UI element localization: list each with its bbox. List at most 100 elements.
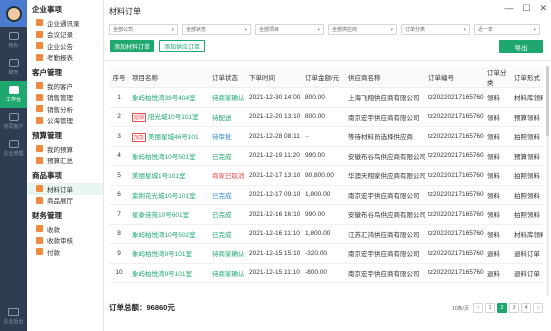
- project-name[interactable]: 象屿柏悦湾9号101室: [132, 251, 192, 258]
- table-row[interactable]: 8 象屿柏悦湾10号502室 已完成 2021-12-16 11:10 1,800.00…: [109, 224, 543, 244]
- page-button[interactable]: 4: [521, 303, 531, 313]
- sidebar-item-public-pool[interactable]: 公海管理: [27, 115, 103, 127]
- close-icon[interactable]: ✕: [539, 3, 547, 14]
- project-filter[interactable]: 全部项目 ▾: [255, 24, 324, 35]
- rail-item-admin[interactable]: 企业后台: [0, 308, 27, 325]
- project-name[interactable]: 美丽星城1号101室: [132, 173, 185, 180]
- project-cell[interactable]: 延期 阳光城10号101室: [129, 107, 209, 127]
- sidebar-item-label: 材料订单: [47, 186, 73, 194]
- project-cell[interactable]: 象屿柏悦湾38号404室: [129, 87, 209, 108]
- sidebar-item-sales-analysis[interactable]: 销售分析: [27, 103, 103, 115]
- project-name[interactable]: 美丽星城46号101: [148, 134, 199, 141]
- page-size-select[interactable]: 10条/页: [452, 305, 469, 312]
- project-cell[interactable]: 星泰佳苑10号601室: [129, 204, 209, 225]
- filter-value: 订单分类: [405, 27, 426, 33]
- supplier-name: 南京宏宇供应商有限公司: [345, 243, 425, 264]
- table-row[interactable]: 3 加急 美丽星城46号101 待审批 2021-12-28 08:11 -- 等待材料员选…: [109, 126, 543, 147]
- category-filter[interactable]: 订单分类 ▾: [401, 24, 470, 35]
- order-category: 领料: [484, 107, 511, 127]
- rail-item-customers[interactable]: 协同客户: [0, 108, 27, 135]
- order-status: 待商家确认: [209, 263, 246, 283]
- order-code: tz20220217165760: [425, 107, 484, 127]
- project-cell[interactable]: 象屿柏悦湾10号502室: [129, 224, 209, 244]
- project-name[interactable]: 象屿柏悦湾10号501室: [132, 154, 196, 161]
- add-material-order-button[interactable]: 添加材料订单: [110, 40, 155, 52]
- sidebar-item-my-budget[interactable]: 我的预算: [27, 143, 103, 155]
- table-row[interactable]: 7 星泰佳苑10号601室 已完成 2021-12-16 16:10 990.00 安徽布…: [109, 204, 543, 225]
- order-code: tz20220217165760: [425, 185, 484, 205]
- project-cell[interactable]: 美丽星城1号101室: [129, 165, 209, 186]
- table-row[interactable]: 2 延期 阳光城10号101室 待配送 2021-12-20 13:10 800.00 南京…: [109, 107, 543, 127]
- table-row[interactable]: 9 象屿柏悦湾9号101室 待商家确认 2021-12-15 15:10 -320.00…: [109, 243, 543, 264]
- company-filter[interactable]: 全部公司 ▾: [109, 24, 178, 35]
- project-cell[interactable]: 加急 美丽星城46号101: [129, 126, 209, 147]
- table-row[interactable]: 1 象屿柏悦湾38号404室 待商家确认 2021-12-30 14:00 800.00…: [109, 87, 543, 108]
- order-form: 拍照领料: [511, 185, 543, 205]
- project-cell[interactable]: 象屿柏悦湾9号101室: [129, 263, 209, 283]
- order-amount: 1,800.00: [302, 185, 345, 205]
- maximize-icon[interactable]: ☐: [522, 3, 530, 14]
- scrollbar-thumb[interactable]: [546, 66, 549, 136]
- table-row[interactable]: 5 美丽星城1号101室 商家已取消 2021-12-17 13:10 90,800.0…: [109, 165, 543, 186]
- date-range-filter[interactable]: 近一年 ▾: [474, 24, 540, 35]
- page-button[interactable]: 3: [509, 303, 519, 313]
- sidebar-item-attendance[interactable]: 考勤报表: [27, 52, 103, 64]
- project-name[interactable]: 阳光城10号101室: [148, 114, 199, 121]
- project-name[interactable]: 紫荆花光城10号101室: [132, 193, 196, 200]
- sidebar-item-contacts[interactable]: 企业通讯录: [27, 17, 103, 29]
- sidebar-item-showroom[interactable]: 商品展厅: [27, 195, 103, 207]
- project-name[interactable]: 象屿柏悦湾9号101室: [132, 271, 192, 278]
- supplier-filter[interactable]: 全部供应商 ▾: [328, 24, 397, 35]
- order-category: 领料: [484, 165, 511, 186]
- avatar[interactable]: [0, 0, 27, 27]
- sidebar-item-my-customers[interactable]: 我的客户: [27, 80, 103, 92]
- minimize-icon[interactable]: —: [504, 3, 513, 14]
- project-name[interactable]: 星泰佳苑10号601室: [132, 212, 189, 219]
- table-row[interactable]: 6 紫荆花光城10号101室 已完成 2021-12-17 09:10 1,800.00…: [109, 185, 543, 205]
- rail-item-workbench[interactable]: 工作台: [0, 81, 27, 108]
- order-time: 2021-12-16 11:10: [246, 224, 302, 244]
- column-header: 订单状态: [209, 67, 246, 88]
- project-cell[interactable]: 象屿柏悦湾10号501室: [129, 146, 209, 166]
- rail-item-chat[interactable]: 聊天: [0, 54, 27, 81]
- order-status: 商家已取消: [209, 165, 246, 186]
- table-row[interactable]: 10 象屿柏悦湾9号101室 待商家确认 2021-12-15 11:10 -800.0…: [109, 263, 543, 283]
- table-row[interactable]: 4 象屿柏悦湾10号501室 已完成 2021-12-19 11:20 990.00 安徽…: [109, 146, 543, 166]
- page-button[interactable]: 1: [485, 303, 495, 313]
- sidebar-item-receipt-review[interactable]: 收款审核: [27, 235, 103, 247]
- order-code: tz20220217165760: [425, 263, 484, 283]
- sidebar-item-receipts[interactable]: 收款: [27, 223, 103, 235]
- prev-page-icon[interactable]: ‹: [473, 303, 483, 313]
- sidebar-item-payments[interactable]: 付款: [27, 246, 103, 258]
- rail-item-label: 企业管理: [3, 151, 24, 157]
- export-button[interactable]: 导出: [499, 40, 543, 53]
- budget-icon: [36, 145, 43, 153]
- rail-item-enterprise[interactable]: 企业管理: [0, 135, 27, 162]
- project-name[interactable]: 象屿柏悦湾38号404室: [132, 95, 196, 102]
- order-amount: -320.00: [302, 243, 345, 264]
- sidebar-item-material-orders[interactable]: 材料订单: [27, 183, 103, 195]
- order-form: 退料订单: [511, 243, 543, 264]
- next-page-icon[interactable]: ›: [533, 303, 543, 313]
- project-name[interactable]: 象屿柏悦湾10号502室: [132, 232, 196, 239]
- rail-item-todo[interactable]: 待办: [0, 27, 27, 54]
- scrollbar[interactable]: [546, 66, 549, 296]
- project-cell[interactable]: 象屿柏悦湾9号101室: [129, 243, 209, 264]
- chevron-down-icon: ▾: [533, 26, 536, 33]
- add-supply-order-button[interactable]: 添加供应订单: [159, 40, 206, 52]
- order-time: 2021-12-15 11:10: [246, 263, 302, 283]
- sidebar-item-budget-summary[interactable]: 预算汇总: [27, 155, 103, 167]
- pool-icon: [36, 116, 43, 124]
- order-category: 领料: [484, 146, 511, 166]
- sidebar-item-meetings[interactable]: 会议记录: [27, 29, 103, 41]
- project-cell[interactable]: 紫荆花光城10号101室: [129, 185, 209, 205]
- order-amount: 800.00: [302, 87, 345, 108]
- filter-value: 全部状态: [186, 27, 207, 33]
- receipt-icon: [36, 225, 43, 233]
- sidebar-item-notices[interactable]: 企业公告: [27, 40, 103, 52]
- row-number: 6: [109, 185, 129, 205]
- order-category: 退料: [484, 263, 511, 283]
- sidebar-item-sales[interactable]: 销售管理: [27, 92, 103, 104]
- page-button-current[interactable]: 2: [497, 303, 507, 313]
- status-filter[interactable]: 全部状态 ▾: [182, 24, 251, 35]
